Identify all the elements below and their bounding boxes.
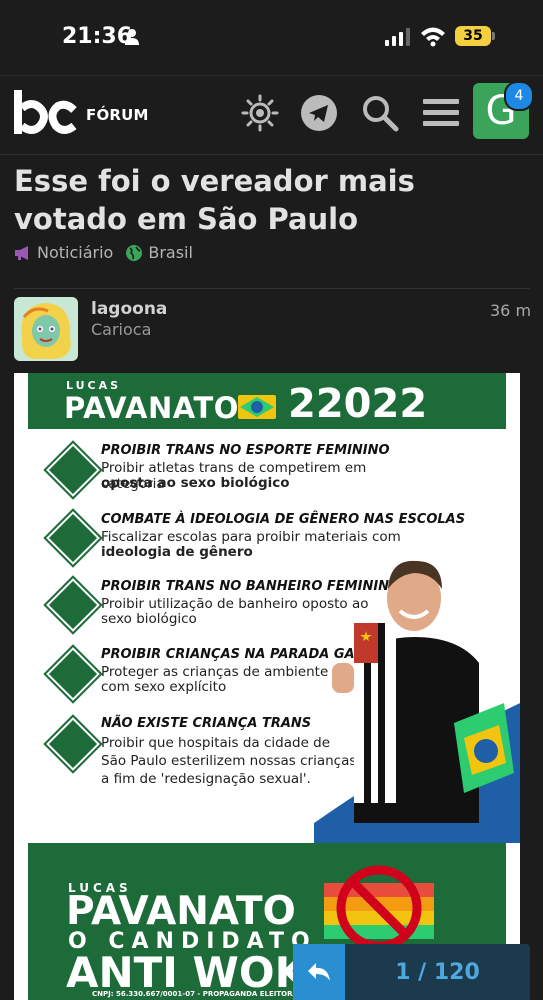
megaphone-icon [15,245,28,260]
post-user-title: Carioca [91,320,152,339]
status-bar: 21:36 35 [0,0,543,75]
proposal-heading: COMBATE À IDEOLOGIA DE GÊNERO NAS ESCOLA… [101,512,466,527]
user-avatar[interactable] [14,297,78,361]
reply-button[interactable] [293,944,345,1000]
person-icon [125,29,139,45]
hospital-icon [43,714,103,774]
wifi-icon [421,27,445,47]
topic-title: Esse foi o vereador mais votado em São P… [14,164,415,236]
avatar-image [14,297,78,361]
poster-cnpj: CNPJ: 56.330.667/0001-07 - PROPAGANDA EL… [92,990,303,998]
prohibited-flag-icon [324,865,434,951]
topic-categories: Noticiário Brasil [14,243,205,262]
post-image[interactable]: LUCAS PAVANATO 22022 PROIBIR TRANS NO ES… [14,373,520,1000]
signal-icon [385,28,410,46]
brazil-flag-icon [238,395,276,419]
notification-badge[interactable]: 4 [504,81,534,111]
candidate-photo [314,560,520,843]
post-username[interactable]: lagoona [91,299,167,319]
search-button[interactable] [360,93,400,133]
category-noticiario[interactable]: Noticiário [14,243,113,262]
poster-bottom-pavanato: PAVANATO [66,889,296,934]
forum-label: FÓRUM [86,106,149,124]
sun-icon [241,94,279,132]
school-icon [43,508,103,568]
child-icon [43,644,103,704]
toilet-icon [43,575,103,635]
telegram-button[interactable] [299,93,339,133]
post-timestamp[interactable]: 36 m [490,301,531,320]
theme-toggle-button[interactable] [240,93,280,133]
topic-progress[interactable]: 1 / 120 [345,944,530,1000]
battery-level: 35 [455,26,491,46]
proposal-heading: PROIBIR TRANS NO ESPORTE FEMININO [101,443,390,458]
proposal-text: oposta ao sexo biológico [101,475,290,491]
battery-tip [492,32,495,40]
category-brasil[interactable]: Brasil [125,243,193,262]
category-label: Brasil [148,243,193,262]
proposal-heading: NÃO EXISTE CRIANÇA TRANS [101,716,312,731]
forum-header: FÓRUM G 4 [0,75,543,155]
search-icon [363,96,399,132]
globe-icon [126,244,143,261]
status-time: 21:36 [62,24,133,49]
hamburger-icon [423,99,459,126]
telegram-icon [301,95,337,131]
poster-candidate-number: 22022 [288,381,428,427]
poster-pavanato: PAVANATO [64,391,239,425]
divider [14,288,530,289]
category-label: Noticiário [37,243,114,262]
sport-icon [43,440,103,500]
reply-icon [308,963,330,981]
proposal-text: Fiscalizar escolas para proibir materiai… [101,529,401,545]
bc-logo[interactable] [12,88,78,138]
menu-button[interactable] [421,93,461,133]
